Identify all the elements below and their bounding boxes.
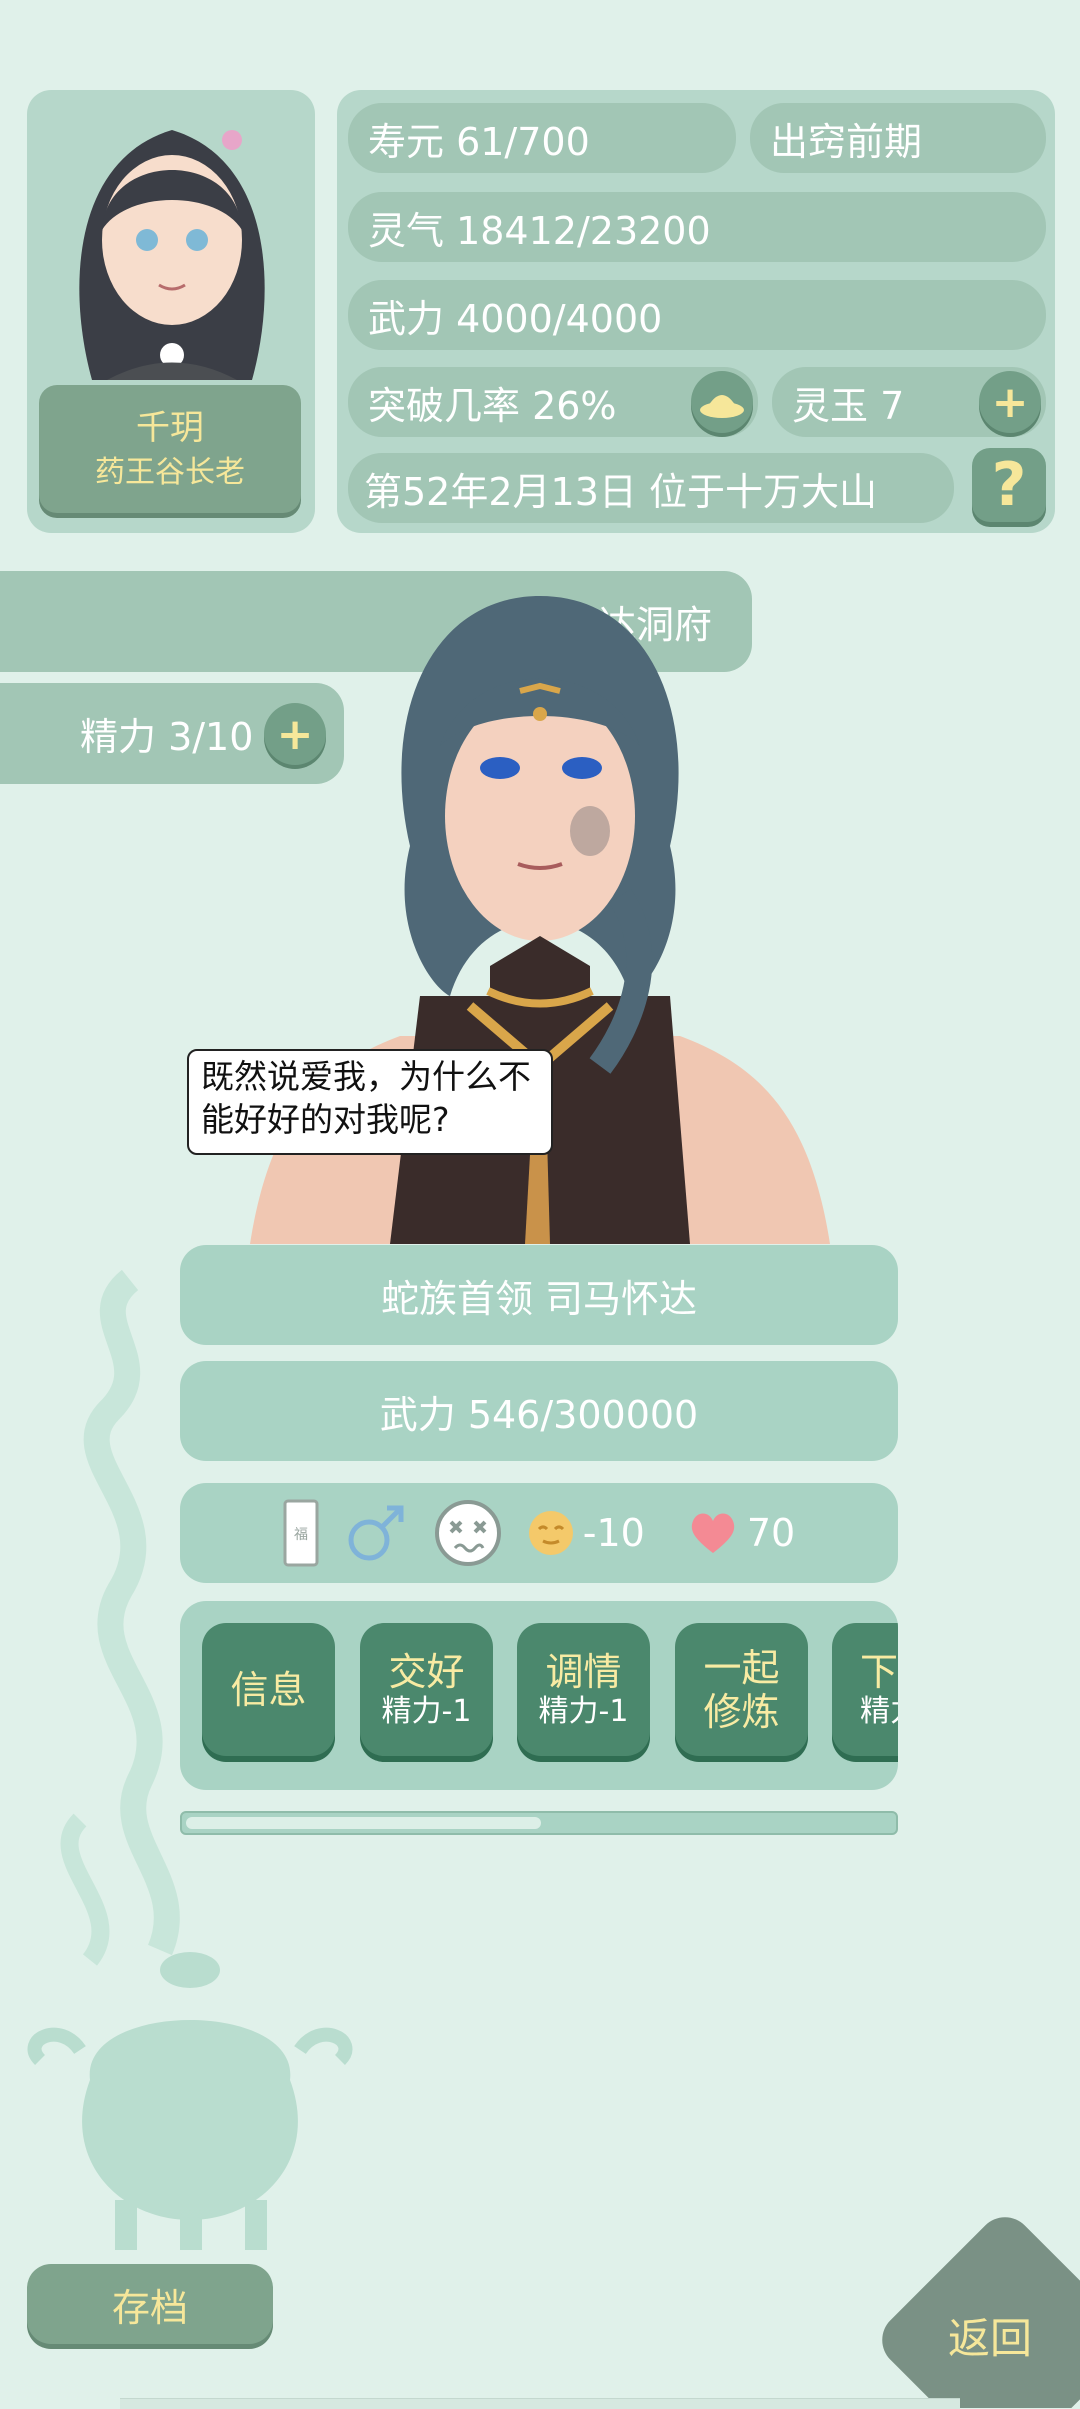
help-button[interactable]: ? xyxy=(972,448,1046,522)
action-panel: 信息 交好 精力-1 调情 精力-1 一起 修炼 下 精力 xyxy=(180,1601,898,1790)
player-card: 千玥 药王谷长老 xyxy=(27,90,315,533)
spirit-pill: 灵气 18412/23200 xyxy=(348,192,1046,262)
action-scrollbar[interactable] xyxy=(180,1811,898,1835)
action-flirt-cost: 精力-1 xyxy=(538,1693,629,1729)
player-title: 药王谷长老 xyxy=(95,455,245,490)
date-location-text: 第52年2月13日 位于十万大山 xyxy=(364,469,877,514)
question-icon: ? xyxy=(991,450,1027,520)
action-next-cost: 精力 xyxy=(860,1693,898,1729)
bottom-edge xyxy=(120,2398,960,2409)
npc-force: 武力 546/300000 xyxy=(379,1392,699,1437)
action-next-title: 下 xyxy=(860,1649,898,1694)
talisman-icon: 福 xyxy=(283,1499,319,1567)
elixir-icon xyxy=(700,395,744,418)
force-pill: 武力 4000/4000 xyxy=(348,280,1046,350)
add-jade-button[interactable]: + xyxy=(979,371,1041,433)
realm-text: 出窍前期 xyxy=(770,119,923,164)
date-location-pill: 第52年2月13日 位于十万大山 xyxy=(348,453,954,523)
npc-force-pill: 武力 546/300000 xyxy=(180,1361,898,1461)
action-scrollbar-thumb[interactable] xyxy=(186,1817,541,1829)
spirit-text: 灵气 18412/23200 xyxy=(368,208,711,253)
back-label: 返回 xyxy=(948,2314,1033,2363)
energy-text: 精力 3/10 xyxy=(80,715,254,759)
affection-value: 70 xyxy=(746,1511,796,1555)
action-befriend-cost: 精力-1 xyxy=(381,1693,472,1729)
mood-value: -10 xyxy=(582,1511,645,1555)
save-label: 存档 xyxy=(111,2285,188,2330)
force-text: 武力 4000/4000 xyxy=(368,296,663,341)
back-button[interactable]: 返回 xyxy=(880,2215,1080,2408)
action-info-button[interactable]: 信息 xyxy=(202,1623,335,1756)
action-cultivate-title: 一起 xyxy=(703,1645,780,1690)
action-cultivate-title2: 修炼 xyxy=(703,1689,780,1734)
action-befriend-title: 交好 xyxy=(388,1649,465,1694)
save-button[interactable]: 存档 xyxy=(27,2264,273,2344)
male-icon xyxy=(348,1505,404,1561)
player-name: 千玥 xyxy=(136,408,204,448)
dazed-face-icon xyxy=(434,1500,501,1566)
action-info-title: 信息 xyxy=(230,1667,307,1712)
game-screen: { "player": {"name": "千玥", "title": "药王谷… xyxy=(0,0,1080,2409)
player-name-plate[interactable]: 千玥 药王谷长老 xyxy=(39,385,301,513)
plus-icon: + xyxy=(991,376,1029,428)
lifespan-text: 寿元 61/700 xyxy=(368,119,590,164)
player-portrait xyxy=(79,130,265,380)
speech-text: 既然说爱我，为什么不能好好的对我呢? xyxy=(201,1057,531,1139)
jade-text: 灵玉 7 xyxy=(792,383,905,428)
mood-face-icon xyxy=(528,1511,573,1555)
npc-traits-pill: 福 -10 70 xyxy=(180,1483,898,1583)
action-flirt-title: 调情 xyxy=(545,1649,622,1694)
breakthrough-pill-button[interactable] xyxy=(691,371,753,433)
npc-name: 蛇族首领 司马怀达 xyxy=(380,1276,698,1321)
lifespan-pill: 寿元 61/700 xyxy=(348,103,736,173)
breakthrough-text: 突破几率 26% xyxy=(368,383,617,428)
svg-text:福: 福 xyxy=(294,1527,308,1543)
action-befriend-button[interactable]: 交好 精力-1 xyxy=(360,1623,493,1756)
mood-group: -10 xyxy=(527,1509,645,1557)
realm-pill: 出窍前期 xyxy=(750,103,1046,173)
speech-bubble: 既然说爱我，为什么不能好好的对我呢? xyxy=(187,1049,553,1155)
action-next-button[interactable]: 下 精力 xyxy=(832,1623,898,1756)
affection-group: 70 xyxy=(689,1511,795,1555)
heart-icon xyxy=(691,1513,735,1553)
npc-name-pill: 蛇族首领 司马怀达 xyxy=(180,1245,898,1345)
action-cultivate-button[interactable]: 一起 修炼 xyxy=(675,1623,808,1756)
action-flirt-button[interactable]: 调情 精力-1 xyxy=(517,1623,650,1756)
